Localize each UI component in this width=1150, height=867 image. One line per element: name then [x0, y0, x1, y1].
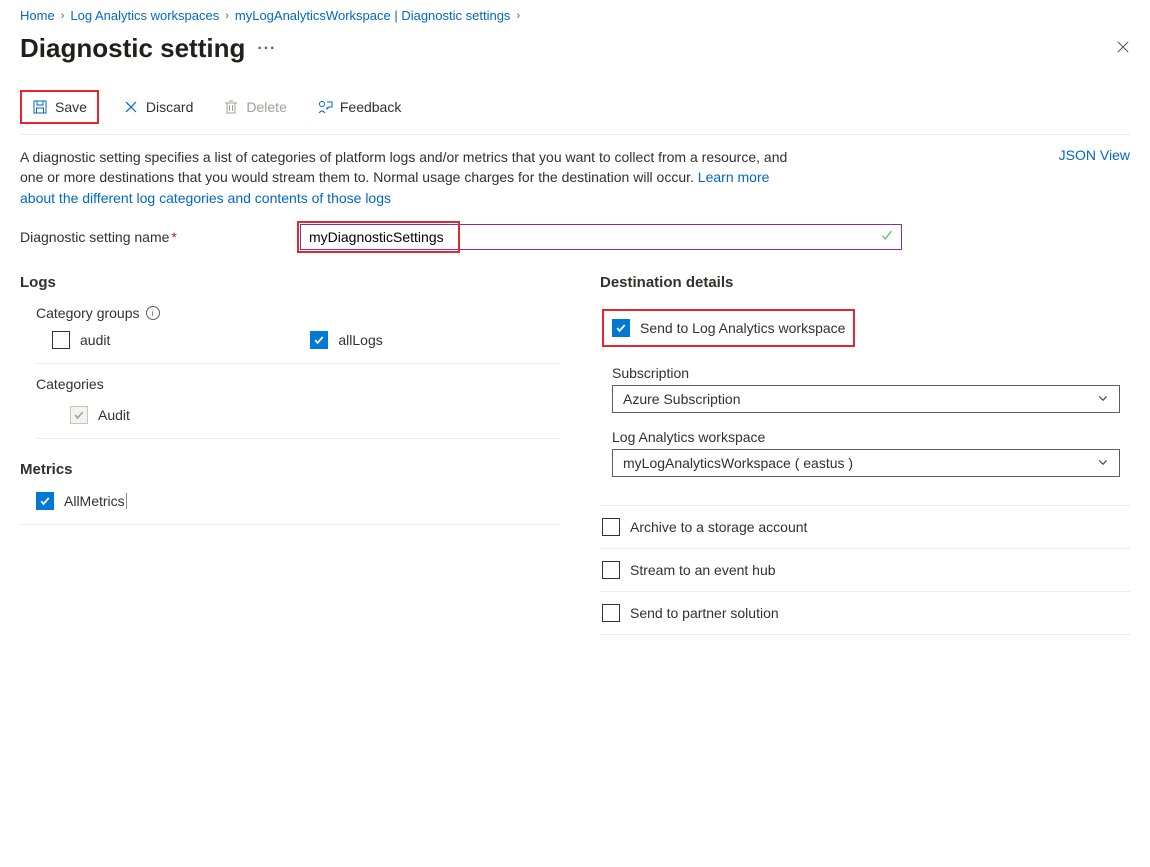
stream-checkbox[interactable]: Stream to an event hub: [602, 561, 1128, 579]
chevron-right-icon: ›: [61, 10, 65, 22]
checkbox-unchecked-icon: [602, 561, 620, 579]
all-metrics-checkbox[interactable]: AllMetrics: [36, 492, 560, 510]
partner-label: Send to partner solution: [630, 605, 779, 621]
feedback-button[interactable]: Feedback: [311, 95, 407, 119]
dest-highlight: Send to Log Analytics workspace: [602, 309, 855, 347]
subscription-select[interactable]: Azure Subscription: [612, 385, 1120, 413]
dest-law-item: Send to Log Analytics workspace Subscrip…: [600, 305, 1130, 506]
audit-label: audit: [80, 332, 110, 348]
dest-stream-item: Stream to an event hub: [600, 549, 1130, 592]
chevron-right-icon: ›: [516, 10, 520, 22]
checkbox-checked-icon: [612, 319, 630, 337]
delete-button: Delete: [217, 95, 292, 119]
more-icon[interactable]: ···: [257, 40, 276, 58]
checkbox-unchecked-icon: [52, 331, 70, 349]
breadcrumb-home[interactable]: Home: [20, 8, 55, 23]
checkbox-disabled-icon: [70, 406, 88, 424]
discard-label: Discard: [146, 99, 193, 115]
audit-checkbox[interactable]: audit: [52, 331, 110, 349]
toolbar: Save Discard Delete Feedback: [20, 90, 1130, 135]
archive-checkbox[interactable]: Archive to a storage account: [602, 518, 1128, 536]
category-groups-label: Category groups i: [36, 305, 560, 321]
save-highlight: Save: [20, 90, 99, 124]
categories-label: Categories: [36, 376, 560, 392]
chevron-down-icon: [1097, 391, 1109, 407]
all-metrics-label: AllMetrics: [64, 493, 127, 509]
logs-heading: Logs: [20, 274, 560, 291]
breadcrumb: Home › Log Analytics workspaces › myLogA…: [20, 8, 1130, 23]
save-label: Save: [55, 99, 87, 115]
destination-heading: Destination details: [600, 274, 1130, 291]
send-law-label: Send to Log Analytics workspace: [640, 320, 845, 336]
partner-checkbox[interactable]: Send to partner solution: [602, 604, 1128, 622]
chevron-right-icon: ›: [225, 10, 229, 22]
check-icon: [880, 228, 894, 245]
setting-name-label: Diagnostic setting name*: [20, 229, 300, 245]
audit-category-label: Audit: [98, 407, 130, 423]
all-logs-checkbox[interactable]: allLogs: [310, 331, 382, 349]
all-logs-label: allLogs: [338, 332, 382, 348]
law-select[interactable]: myLogAnalyticsWorkspace ( eastus ): [612, 449, 1120, 477]
checkbox-checked-icon: [310, 331, 328, 349]
page-title: Diagnostic setting ···: [20, 33, 276, 64]
breadcrumb-workspaces[interactable]: Log Analytics workspaces: [70, 8, 219, 23]
archive-label: Archive to a storage account: [630, 519, 807, 535]
checkbox-unchecked-icon: [602, 518, 620, 536]
subscription-label: Subscription: [612, 365, 1128, 381]
json-view-link[interactable]: JSON View: [1059, 147, 1130, 163]
subscription-value: Azure Subscription: [623, 391, 741, 407]
delete-label: Delete: [246, 99, 286, 115]
dest-archive-item: Archive to a storage account: [600, 506, 1130, 549]
info-icon[interactable]: i: [146, 306, 160, 320]
law-value: myLogAnalyticsWorkspace ( eastus ): [623, 455, 853, 471]
description-body: A diagnostic setting specifies a list of…: [20, 149, 787, 185]
audit-category-checkbox: Audit: [70, 406, 526, 424]
checkbox-unchecked-icon: [602, 604, 620, 622]
law-label: Log Analytics workspace: [612, 429, 1128, 445]
stream-label: Stream to an event hub: [630, 562, 776, 578]
close-button[interactable]: [1116, 40, 1130, 57]
checkbox-checked-icon: [36, 492, 54, 510]
dest-partner-item: Send to partner solution: [600, 592, 1130, 635]
save-button[interactable]: Save: [26, 95, 93, 119]
description-text: A diagnostic setting specifies a list of…: [20, 147, 790, 208]
metrics-heading: Metrics: [20, 461, 560, 478]
breadcrumb-current[interactable]: myLogAnalyticsWorkspace | Diagnostic set…: [235, 8, 511, 23]
chevron-down-icon: [1097, 455, 1109, 471]
page-title-text: Diagnostic setting: [20, 33, 245, 64]
send-law-checkbox[interactable]: Send to Log Analytics workspace: [612, 319, 845, 337]
setting-name-input[interactable]: [300, 224, 902, 250]
discard-button[interactable]: Discard: [117, 95, 199, 119]
feedback-label: Feedback: [340, 99, 401, 115]
